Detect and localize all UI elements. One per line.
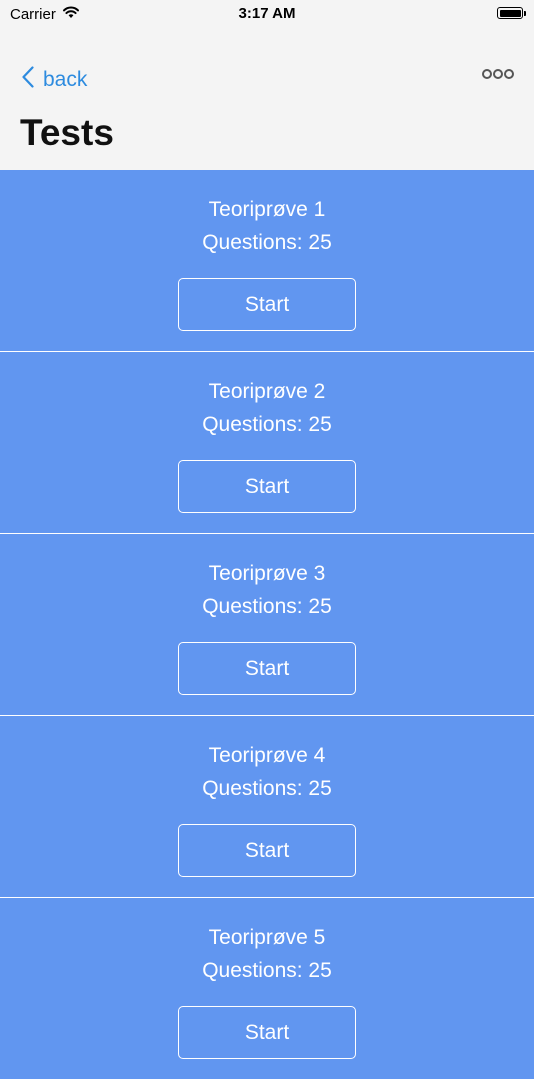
ellipsis-icon	[482, 69, 492, 79]
status-bar: Carrier 3:17 AM	[0, 0, 534, 30]
test-questions: Questions: 25	[202, 777, 332, 800]
test-card: Teoriprøve 5 Questions: 25 Start	[0, 898, 534, 1080]
test-questions: Questions: 25	[202, 595, 332, 618]
battery-icon	[497, 7, 526, 19]
back-button[interactable]: back	[22, 66, 87, 94]
chevron-left-icon	[22, 66, 43, 94]
test-card: Teoriprøve 3 Questions: 25 Start	[0, 534, 534, 716]
test-card: Teoriprøve 2 Questions: 25 Start	[0, 352, 534, 534]
test-name: Teoriprøve 5	[208, 926, 326, 949]
back-label: back	[43, 68, 88, 91]
start-button[interactable]: Start	[178, 278, 356, 331]
start-button[interactable]: Start	[178, 460, 356, 513]
page-title: Tests	[20, 112, 114, 153]
navigation-bar: back Tests	[0, 30, 534, 170]
start-button[interactable]: Start	[178, 642, 356, 695]
test-card: Teoriprøve 4 Questions: 25 Start	[0, 716, 534, 898]
test-questions: Questions: 25	[202, 413, 332, 436]
test-questions: Questions: 25	[202, 959, 332, 982]
test-questions: Questions: 25	[202, 231, 332, 254]
start-button[interactable]: Start	[178, 824, 356, 877]
status-time: 3:17 AM	[238, 5, 296, 22]
test-card: Teoriprøve 1 Questions: 25 Start	[0, 170, 534, 352]
test-name: Teoriprøve 1	[208, 198, 326, 221]
more-options-button[interactable]	[482, 67, 514, 81]
test-name: Teoriprøve 4	[208, 744, 326, 767]
tests-list: Teoriprøve 1 Questions: 25 Start Teoripr…	[0, 170, 534, 1080]
test-name: Teoriprøve 2	[208, 380, 326, 403]
start-button[interactable]: Start	[178, 1006, 356, 1059]
test-name: Teoriprøve 3	[208, 562, 326, 585]
